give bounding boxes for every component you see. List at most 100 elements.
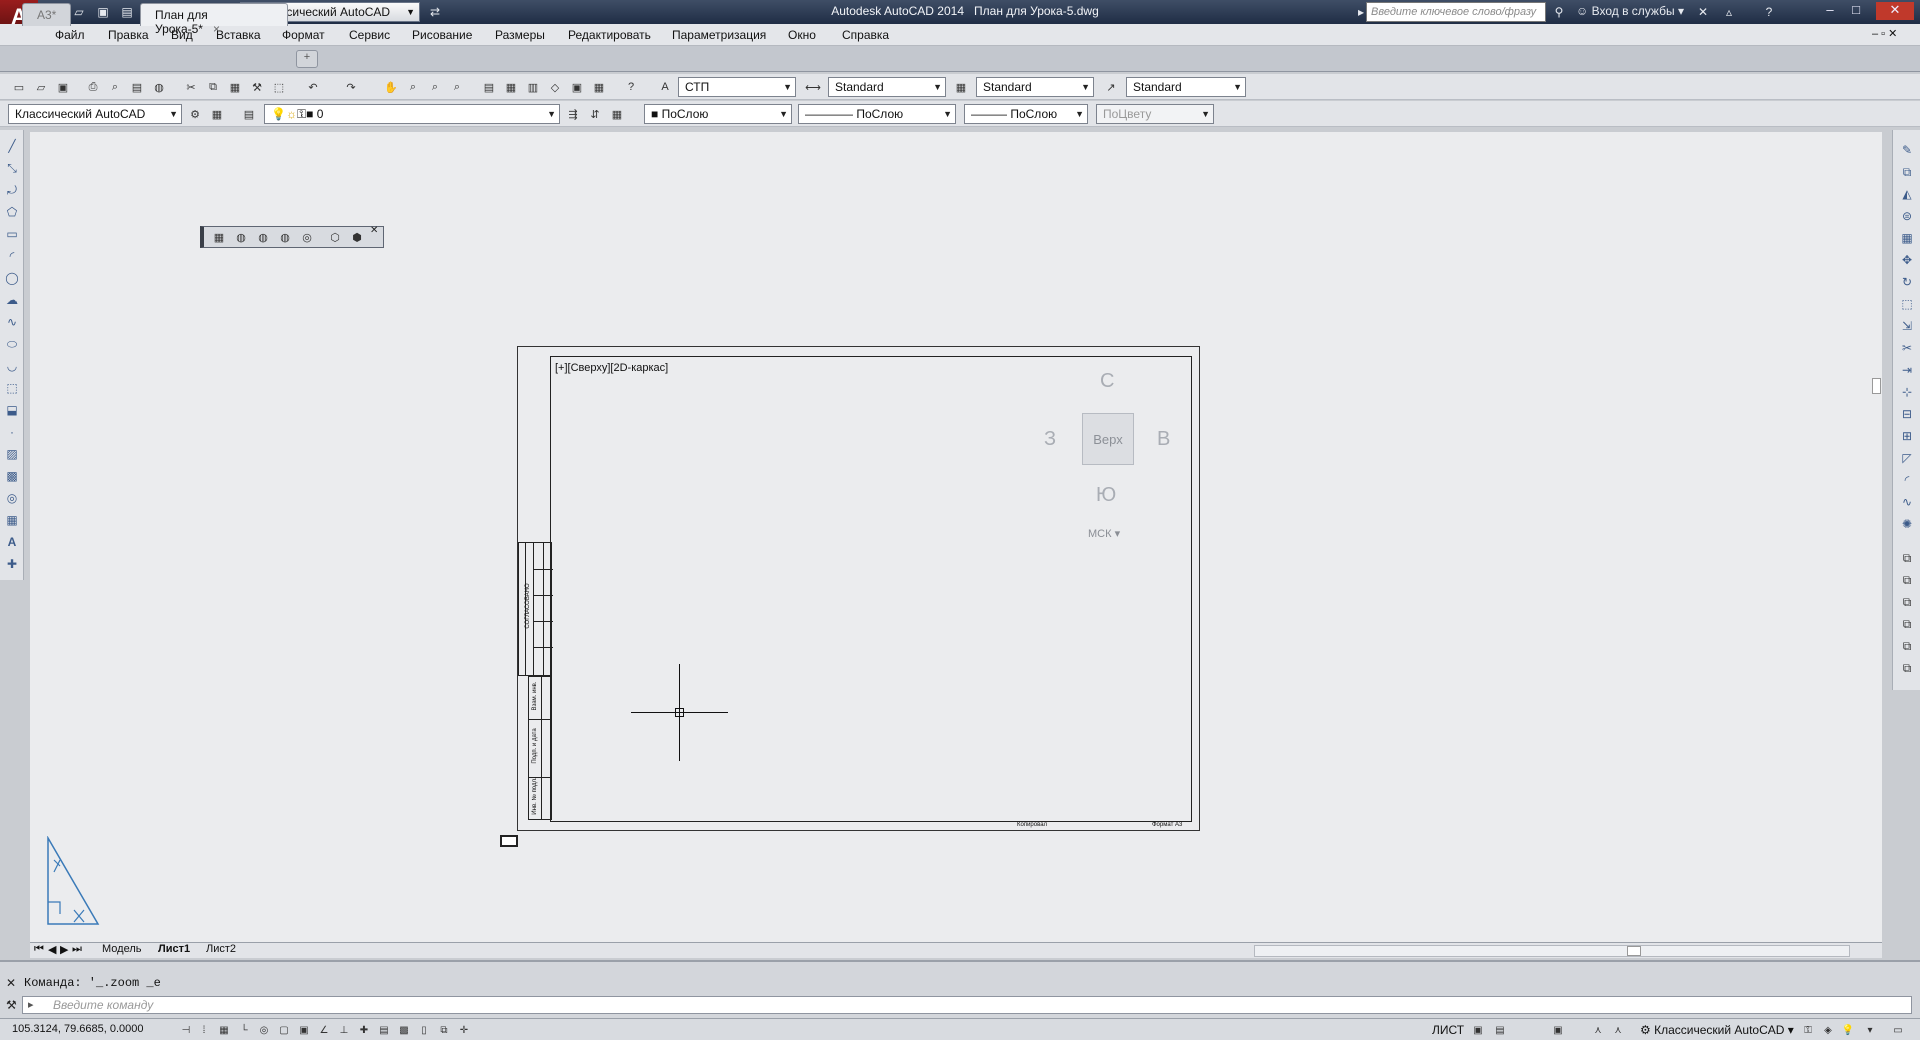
search-input[interactable]: Введите ключевое слово/фразу [1366,2,1546,22]
array-icon[interactable]: ▦ [1897,228,1917,248]
tab-sheet2[interactable]: Лист2 [206,943,236,955]
cut-icon[interactable]: ✂ [182,78,200,96]
move-icon[interactable]: ✥ [1897,250,1917,270]
minimize-button[interactable]: – [1818,2,1842,20]
match-properties-icon[interactable]: ⚒ [248,78,266,96]
transparency-icon[interactable]: ▩ [396,1022,412,1038]
horizontal-scrollbar[interactable] [1254,945,1850,957]
insert-block-icon[interactable]: ⬚ [2,378,22,398]
menu-draw[interactable]: Рисование [412,28,472,42]
offset-icon[interactable]: ⊜ [1897,206,1917,226]
join-icon[interactable]: ⊞ [1897,426,1917,446]
viewport-label[interactable]: [+][Сверху][2D-каркас] [555,362,668,374]
text-front-icon[interactable]: ⧉ [1897,636,1917,656]
close-button[interactable]: ✕ [1876,2,1914,20]
gradient-icon[interactable]: ▩ [2,466,22,486]
help-icon[interactable]: ? [622,78,640,96]
block-editor-icon[interactable]: ⬚ [270,78,288,96]
globe-add-icon[interactable]: ◍ [254,228,272,246]
break-at-point-icon[interactable]: ⊹ [1897,382,1917,402]
snap-icon[interactable]: ⁞ [196,1022,212,1038]
maximize-viewport-icon[interactable]: ▣ [1550,1022,1566,1038]
quick-view-drawings-icon[interactable]: ▤ [1492,1022,1508,1038]
ellipse-icon[interactable]: ⬭ [2,334,22,354]
table-icon[interactable]: ▦ [2,510,22,530]
region-icon[interactable]: ◎ [2,488,22,508]
last-tab-nav-icon[interactable]: ⏭ [72,943,82,956]
doc-window-controls[interactable]: – ▫ ✕ [1872,27,1897,40]
workspace-switch[interactable]: ⚙ Классический AutoCAD ▾ [1640,1023,1794,1037]
redo-icon[interactable]: ↷ [342,78,360,96]
spline-icon[interactable]: ∿ [2,312,22,332]
polyline-icon[interactable]: ⤾ [2,180,22,200]
fillet-icon[interactable]: ◜ [1897,470,1917,490]
space-toggle[interactable]: ЛИСТ [1432,1023,1464,1037]
pan-icon[interactable]: ✋ [382,78,400,96]
rectangle-icon[interactable]: ▭ [2,224,22,244]
globe-minus-icon[interactable]: ◍ [276,228,294,246]
layer-previous-icon[interactable]: ⇵ [586,105,604,123]
table-style-icon[interactable]: ▦ [952,78,970,96]
infer-constraints-icon[interactable]: ⊣ [178,1022,194,1038]
make-current-icon[interactable]: ⇶ [564,105,582,123]
new-tab-button[interactable]: + [296,50,318,68]
add-selected-icon[interactable]: ✚ [2,554,22,574]
3d-print-icon[interactable]: ◍ [150,78,168,96]
copy-icon[interactable]: ⧉ [204,78,222,96]
maximize-button[interactable]: □ [1844,2,1868,20]
coordinates-readout[interactable]: 105.3124, 79.6685, 0.0000 [12,1023,144,1035]
explode-icon[interactable]: ✺ [1897,514,1917,534]
globe-clip-icon[interactable]: ◎ [298,228,316,246]
hatch-icon[interactable]: ▨ [2,444,22,464]
open-icon[interactable]: ▱ [32,78,50,96]
plot-preview-icon[interactable]: ⌕ [106,78,124,96]
close-tab-icon[interactable]: × [213,22,220,36]
sheet-set-icon[interactable]: ◇ [546,78,564,96]
lineweight-icon[interactable]: ▤ [376,1022,392,1038]
menu-insert[interactable]: Вставка [216,28,261,42]
annotation-visibility-icon[interactable]: ⋏ [1610,1022,1626,1038]
annotation-monitor-icon[interactable]: ✛ [456,1022,472,1038]
properties-icon[interactable]: ▤ [480,78,498,96]
layer-states-icon[interactable]: ▦ [608,105,626,123]
prev-tab-nav-icon[interactable]: ◀ [48,943,56,956]
scroll-thumb[interactable] [1872,378,1881,394]
polar-icon[interactable]: ◎ [256,1022,272,1038]
rotate-icon[interactable]: ↻ [1897,272,1917,292]
globe-icon[interactable]: ◍ [232,228,250,246]
break-icon[interactable]: ⊟ [1897,404,1917,424]
lineweight-select[interactable]: ——— ПоСлою ▼ [964,104,1088,124]
annotation-scale-icon[interactable]: ⋏ [1590,1022,1606,1038]
line-icon[interactable]: ╱ [2,136,22,156]
close-icon[interactable]: ✕ [370,225,378,236]
command-input[interactable]: Введите команду [22,996,1912,1014]
close-icon[interactable]: ✕ [6,976,16,990]
viewport-grip[interactable] [500,835,518,847]
selection-cycling-icon[interactable]: ⧉ [436,1022,452,1038]
tab-sheet1[interactable]: Лист1 [158,943,190,955]
zoom-window-icon[interactable]: ⌕ [426,78,444,96]
zoom-previous-icon[interactable]: ⌕ [448,78,466,96]
ducs-icon[interactable]: ⊥ [336,1022,352,1038]
table-style-select[interactable]: Standard ▼ [976,77,1094,97]
vertical-scrollbar[interactable] [1870,132,1882,942]
first-tab-nav-icon[interactable]: ⏮ [34,943,44,956]
save-as-icon[interactable]: ▤ [118,3,136,21]
menu-parametric[interactable]: Параметризация [672,28,766,42]
design-center-icon[interactable]: ▦ [502,78,520,96]
point-icon[interactable]: · [2,422,22,442]
text-style-icon[interactable]: A [656,78,674,96]
paste-icon[interactable]: ▦ [226,78,244,96]
blend-curves-icon[interactable]: ∿ [1897,492,1917,512]
exchange-icon[interactable]: ✕ [1694,3,1712,21]
isolate-objects-icon[interactable]: 💡 [1840,1022,1856,1038]
mleader-style-select[interactable]: Standard ▼ [1126,77,1246,97]
zoom-realtime-icon[interactable]: ⌕ [404,78,422,96]
binoculars-icon[interactable]: ⚲ [1550,3,1568,21]
cube-delete-icon[interactable]: ⬢ [348,228,366,246]
help-icon[interactable]: ? [1760,3,1778,21]
ellipse-arc-icon[interactable]: ◡ [2,356,22,376]
linetype-select[interactable]: ———— ПоСлою ▼ [798,104,956,124]
viewcube-north[interactable]: С [1100,370,1114,393]
arc-icon[interactable]: ◜ [2,246,22,266]
